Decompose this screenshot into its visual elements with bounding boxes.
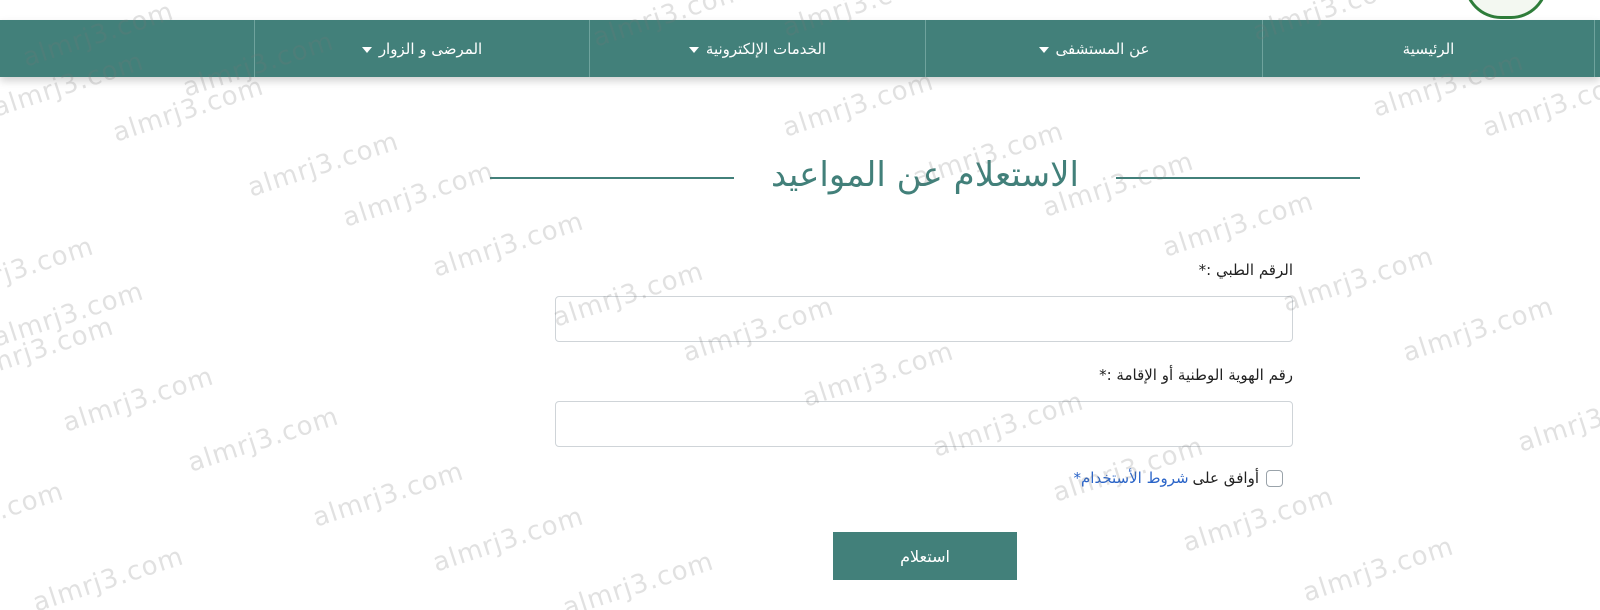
watermark-text: almrj3.com — [1179, 481, 1338, 559]
watermark-text: almrj3.com — [429, 501, 588, 579]
watermark-text: almrj3.com — [29, 541, 188, 610]
medical-number-label: الرقم الطبي :* — [1198, 261, 1293, 279]
watermark-text: almrj3.com — [1514, 381, 1600, 459]
watermark-text: almrj3.com — [1279, 241, 1438, 319]
nav-item-home[interactable]: الرئيسية — [1262, 20, 1594, 77]
required-mark: * — [1073, 469, 1081, 487]
inquire-button[interactable]: استعلام — [833, 532, 1017, 580]
watermark-text: almrj3.com — [1299, 531, 1458, 609]
terms-checkbox[interactable] — [1266, 469, 1283, 487]
watermark-text: almrj3.com — [0, 276, 148, 354]
watermark-text: almrj3.com — [429, 206, 588, 284]
nav-item-home-label: الرئيسية — [1402, 39, 1455, 58]
watermark-text: almrj3.com — [244, 126, 403, 204]
national-id-field[interactable] — [555, 401, 1293, 447]
nav-item-e-services-label: الخدمات الإلكترونية — [705, 39, 827, 58]
watermark-text: almrj3.com — [559, 546, 718, 610]
watermark-text: almrj3.com — [109, 71, 268, 149]
terms-agreement-row: أوافق على شروط الأستخدام * — [1073, 468, 1283, 488]
nav-item-patients-visitors-label: المرضى و الزوار — [378, 39, 483, 58]
page: الرئيسية عن المستشفى الخدمات الإلكترونية… — [0, 0, 1600, 610]
page-title: الاستعلام عن المواعيد — [771, 155, 1079, 195]
page-title-section: الاستعلام عن المواعيد — [490, 150, 1360, 200]
watermark-text: almrj3.com — [0, 231, 98, 309]
terms-agree-text: أوافق على — [1192, 469, 1259, 487]
terms-of-use-link[interactable]: شروط الأستخدام — [1081, 469, 1189, 487]
top-strip — [0, 0, 1600, 20]
watermark-text: almrj3.com — [309, 456, 468, 534]
nav-item-e-services[interactable]: الخدمات الإلكترونية — [589, 20, 925, 77]
watermark-text: almrj3.com — [1399, 291, 1558, 369]
title-divider-right — [1116, 177, 1360, 179]
watermark-text: almrj3.com — [339, 156, 498, 234]
watermark-text: almrj3.com — [184, 401, 343, 479]
nav-item-patients-visitors[interactable]: المرضى و الزوار — [254, 20, 589, 77]
watermark-text: almrj3.com — [1479, 66, 1600, 144]
nav-item-about-hospital[interactable]: عن المستشفى — [925, 20, 1262, 77]
watermark-text: almrj3.com — [779, 66, 938, 144]
medical-number-field[interactable] — [555, 296, 1293, 342]
watermark-text: almrj3.com — [0, 311, 118, 389]
chevron-down-icon — [688, 46, 699, 53]
main-navbar: الرئيسية عن المستشفى الخدمات الإلكترونية… — [0, 20, 1600, 77]
chevron-down-icon — [361, 46, 372, 53]
chevron-down-icon — [1038, 46, 1049, 53]
national-id-label: رقم الهوية الوطنية أو الإقامة :* — [1099, 366, 1293, 384]
watermark-text: almrj3.com — [59, 361, 218, 439]
nav-divider — [1594, 20, 1600, 77]
title-divider-left — [490, 177, 734, 179]
nav-item-about-hospital-label: عن المستشفى — [1055, 39, 1150, 58]
watermark-text: almrj3.com — [0, 476, 68, 554]
